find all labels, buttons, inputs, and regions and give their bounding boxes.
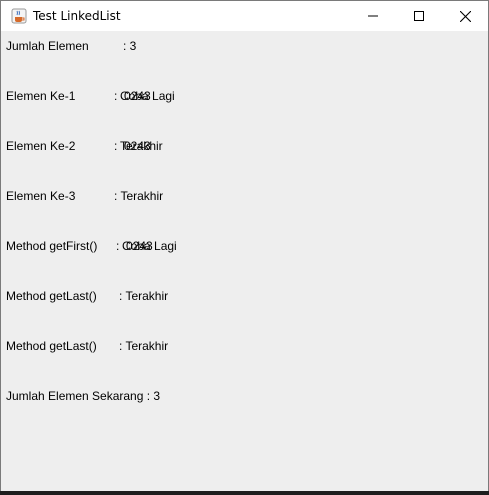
row-label: Elemen Ke-1 bbox=[6, 89, 76, 103]
maximize-icon bbox=[414, 11, 424, 21]
row-get-first: Method getFirst() : Coba Lagi 0243 bbox=[6, 239, 177, 255]
java-cup-icon bbox=[11, 8, 27, 24]
row-value: : Terakhir bbox=[119, 339, 169, 353]
close-button[interactable] bbox=[442, 1, 488, 31]
row-label: Method getFirst() bbox=[6, 239, 98, 253]
app-window: Test LinkedList Jumlah Elemen : 3 Elemen bbox=[0, 0, 489, 495]
row-value: : Terakhir bbox=[119, 289, 169, 303]
row-jumlah-elemen: Jumlah Elemen : 3 bbox=[6, 39, 136, 55]
row-separator: : bbox=[114, 139, 118, 153]
row-value: : 3 bbox=[123, 39, 137, 53]
row-get-last: Method getLast() : Terakhir bbox=[6, 289, 168, 305]
taskbar-edge bbox=[0, 491, 489, 495]
close-icon bbox=[459, 10, 471, 22]
content-panel: Jumlah Elemen : 3 Elemen Ke-1 : Coba Lag… bbox=[1, 31, 488, 494]
row-overlay-value: 0243 bbox=[124, 139, 151, 153]
row-elemen-2: Elemen Ke-2 : Terakhir 0243 bbox=[6, 139, 163, 155]
row-get-last-2: Method getLast() : Terakhir bbox=[6, 339, 168, 355]
row-separator: : bbox=[114, 89, 118, 103]
window-title: Test LinkedList bbox=[33, 9, 121, 23]
row-separator: : bbox=[116, 239, 120, 253]
row-overlay-value: 0243 bbox=[126, 239, 153, 253]
minimize-button[interactable] bbox=[350, 1, 396, 31]
row-label: Jumlah Elemen bbox=[6, 39, 89, 53]
row-label: Method getLast() bbox=[6, 339, 97, 353]
row-jumlah-elemen-sekarang: Jumlah Elemen Sekarang : 3 bbox=[6, 389, 160, 405]
row-label: Elemen Ke-2 bbox=[6, 139, 76, 153]
row-label: Method getLast() bbox=[6, 289, 97, 303]
row-label: Elemen Ke-3 bbox=[6, 189, 76, 203]
maximize-button[interactable] bbox=[396, 1, 442, 31]
title-bar[interactable]: Test LinkedList bbox=[1, 1, 488, 31]
row-label: Jumlah Elemen Sekarang : 3 bbox=[6, 389, 161, 403]
row-value: : Terakhir bbox=[114, 189, 164, 203]
row-overlay-value: 0243 bbox=[124, 89, 151, 103]
minimize-icon bbox=[368, 15, 378, 17]
row-elemen-3: Elemen Ke-3 : Terakhir bbox=[6, 189, 163, 205]
row-elemen-1: Elemen Ke-1 : Coba Lagi 0243 bbox=[6, 89, 175, 105]
